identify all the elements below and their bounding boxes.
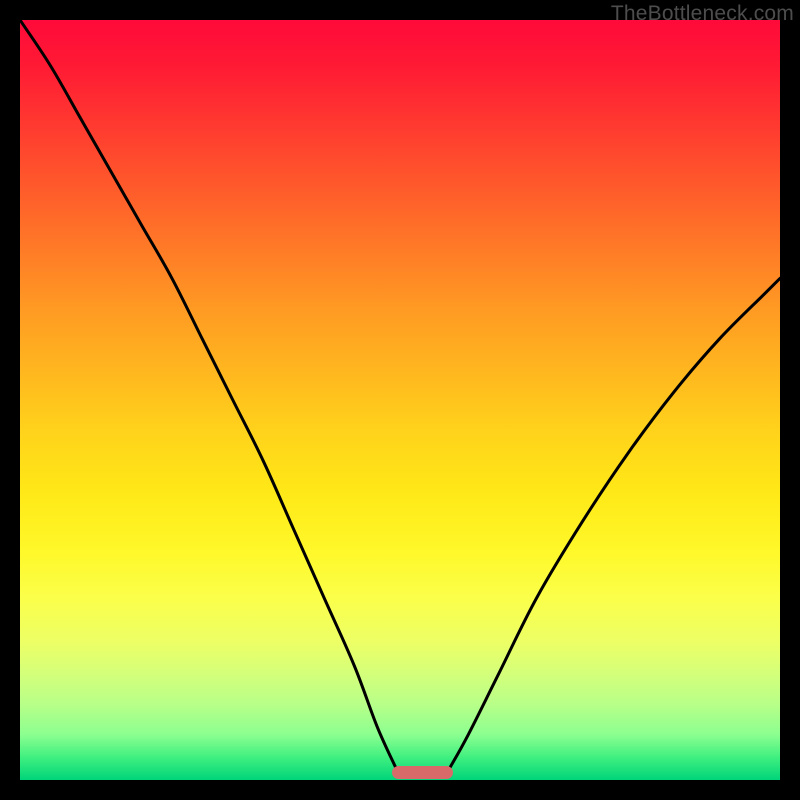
curve-left-branch <box>20 20 396 769</box>
bottleneck-curve <box>20 20 780 780</box>
plot-area <box>20 20 780 780</box>
optimal-marker <box>392 766 453 779</box>
curve-right-branch <box>449 278 780 768</box>
watermark-text: TheBottleneck.com <box>611 2 794 26</box>
chart-frame: TheBottleneck.com <box>0 0 800 800</box>
